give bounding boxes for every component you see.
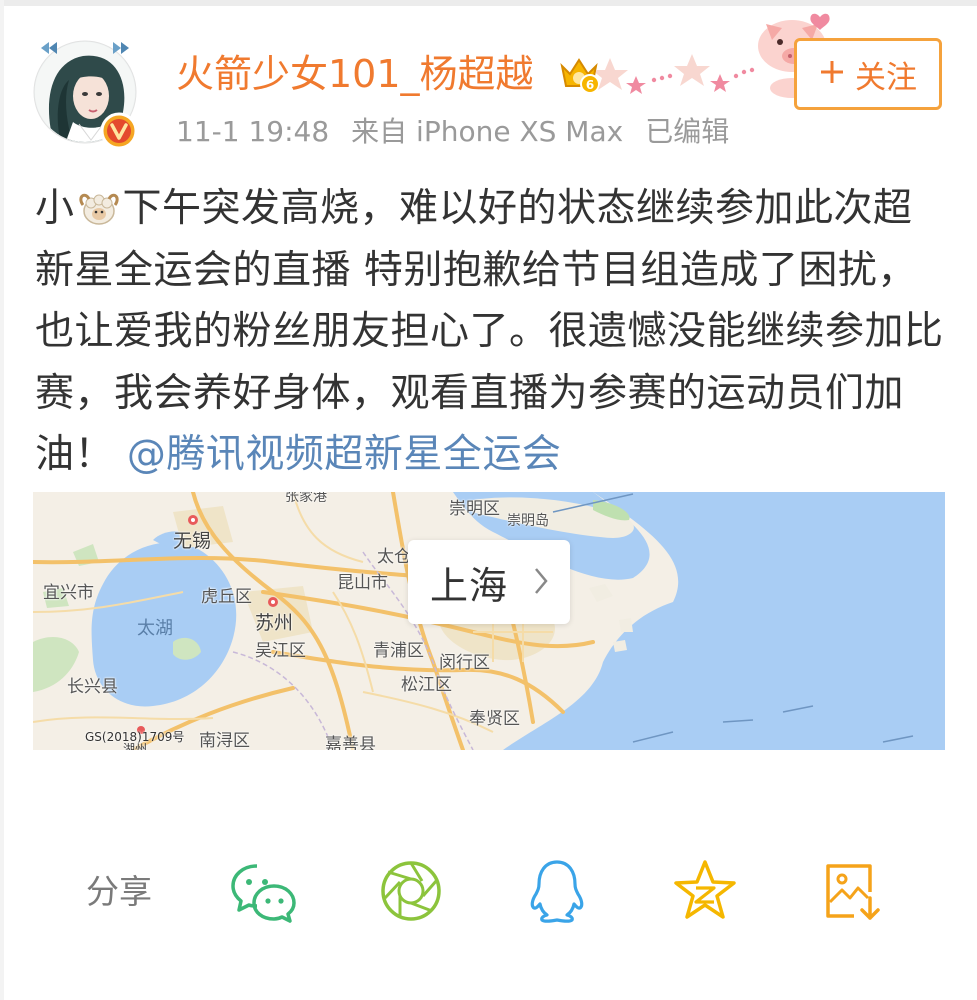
map-label-fengxian: 奉贤区: [469, 709, 520, 729]
edited-label: 已编辑: [645, 115, 730, 148]
map-label-chongmingdao: 崇明岛: [507, 513, 549, 529]
map-label-songjiang: 松江区: [401, 675, 452, 695]
moments-icon[interactable]: [378, 858, 444, 924]
plus-icon: [819, 56, 845, 92]
map-label-taicang: 太仓: [377, 547, 411, 567]
share-label: 分享: [86, 872, 152, 911]
map-label-taihu: 太湖: [137, 618, 173, 639]
map-label-yixing: 宜兴市: [43, 583, 94, 603]
post-content: 小 下午突发高烧，难以好的状态继续参加此次超新星全运会的直播 特别抱歉给节目组造…: [35, 178, 945, 486]
location-name: 上海: [430, 563, 509, 608]
wechat-icon[interactable]: [230, 858, 296, 924]
left-edge: [0, 0, 4, 1000]
map-label-nanxun: 南浔区: [199, 731, 250, 750]
map-label-wuxi: 无锡: [173, 530, 212, 552]
map-label-changxing: 长兴县: [67, 677, 118, 697]
follow-label: 关注: [855, 59, 917, 96]
location-card[interactable]: 上海: [408, 540, 570, 624]
post-time: 11-1 19:48: [176, 115, 330, 148]
map-label-huzhou: 湖州: [123, 742, 148, 750]
follow-button[interactable]: 关注: [794, 38, 942, 110]
map-label-suzhou: 苏州: [255, 612, 294, 634]
chevron-right-icon: [534, 566, 548, 596]
svg-text:6: 6: [586, 78, 594, 92]
top-edge: [0, 0, 977, 6]
map-label-jiashan: 嘉善县: [325, 735, 376, 750]
map-label-huqiu: 虎丘区: [201, 587, 252, 607]
location-map[interactable]: 无锡 太湖 宜兴市 虎丘区 苏州 吴江区 昆山市 太仓 青浦区 闵行区 松江区 …: [33, 492, 945, 750]
qzone-icon[interactable]: [672, 858, 738, 924]
vip-crown-icon: 6: [558, 52, 600, 96]
post-text-start: 小: [35, 186, 75, 231]
map-label-kunshan: 昆山市: [337, 573, 388, 593]
map-label-wujiang: 吴江区: [255, 641, 306, 661]
ram-emoji-icon: [77, 184, 121, 225]
mention-link[interactable]: @腾讯视频超新星全运会: [127, 432, 562, 477]
map-label-zhangjiagang: 张家港: [285, 492, 327, 505]
post-source: 来自 iPhone XS Max: [351, 115, 624, 148]
username[interactable]: 火箭少女101_杨超越: [176, 48, 534, 100]
qq-icon[interactable]: [524, 858, 590, 924]
post-meta: 11-1 19:48 来自 iPhone XS Max 已编辑: [176, 112, 751, 152]
verified-badge-icon: [100, 112, 138, 150]
weibo-post-screen: 火箭少女101_杨超越 6 关注 11-1 19:48 来自 iPhone XS…: [0, 0, 977, 1000]
map-label-chongming: 崇明区: [449, 499, 500, 519]
save-image-icon[interactable]: [820, 858, 886, 924]
map-label-qingpu: 青浦区: [373, 641, 424, 661]
